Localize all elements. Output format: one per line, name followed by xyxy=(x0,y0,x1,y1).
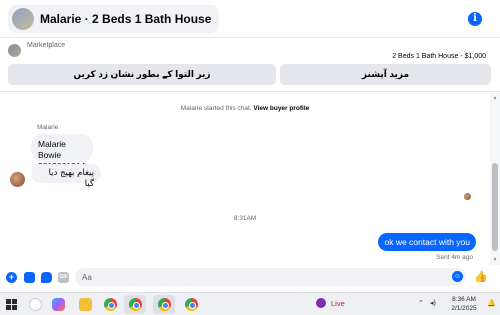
messenger-window: Malarie · 2 Beds 1 Bath House i Marketpl… xyxy=(0,0,500,315)
message-input[interactable] xyxy=(75,268,466,286)
message-line: Malarie Bowie xyxy=(38,139,66,160)
gif-icon[interactable]: GIF xyxy=(58,272,69,283)
scroll-up-arrow-icon[interactable]: ▲ xyxy=(492,95,498,101)
mark-pending-button[interactable]: زیر التوا کے بطور نشان زد کریں xyxy=(8,64,276,85)
more-options-button[interactable]: مزید آپشنز xyxy=(280,64,491,85)
info-icon[interactable]: i xyxy=(468,12,482,26)
sticker-icon[interactable] xyxy=(41,272,52,283)
listing-thumbnail xyxy=(12,7,34,30)
listing-title[interactable]: 2 Beds 1 Bath House - $1,000 xyxy=(392,53,486,60)
copilot-icon[interactable] xyxy=(52,298,65,311)
marketplace-label: Marketplace xyxy=(27,42,66,49)
view-buyer-profile-link[interactable]: View buyer profile xyxy=(253,105,309,112)
clock-date: 2/1/2025 xyxy=(451,305,477,312)
sent-status: Sent 4m ago xyxy=(436,254,473,261)
sender-avatar[interactable] xyxy=(10,172,25,187)
search-icon[interactable] xyxy=(29,298,42,311)
incoming-message: پیغام بھیج دیا گیا xyxy=(31,164,101,189)
chat-header: Malarie · 2 Beds 1 Bath House i xyxy=(0,0,500,38)
incoming-message: Malarie Bowie 2813801914 xyxy=(31,134,93,171)
emoji-icon[interactable]: ☺ xyxy=(452,271,463,282)
marketplace-avatar xyxy=(8,44,21,57)
clock-time: 8:36 AM xyxy=(452,296,476,303)
volume-icon[interactable]: ◂) xyxy=(430,299,436,307)
windows-start-icon[interactable] xyxy=(6,299,17,310)
chrome-icon[interactable] xyxy=(104,298,117,311)
system-note: Malarie started this chat. View buyer pr… xyxy=(0,105,490,112)
chat-title: Malarie · 2 Beds 1 Bath House xyxy=(40,11,212,26)
store-icon[interactable] xyxy=(79,298,92,311)
scroll-down-arrow-icon[interactable]: ▼ xyxy=(492,257,498,263)
chrome-icon[interactable] xyxy=(129,298,142,311)
image-icon[interactable] xyxy=(24,272,35,283)
chevron-up-icon[interactable]: ⌃ xyxy=(418,299,424,307)
windows-taskbar xyxy=(0,292,500,315)
notification-bell-icon[interactable]: 🔔 xyxy=(487,299,496,307)
chat-scrollbar[interactable]: ▲ ▼ xyxy=(490,93,500,265)
system-clock[interactable]: 8:36 AM 2/1/2025 xyxy=(444,295,484,313)
live-label[interactable]: Live xyxy=(331,299,345,308)
outgoing-message: ok we contact with you xyxy=(378,233,476,251)
marketplace-bar: Marketplace 2 Beds 1 Bath House - $1,000… xyxy=(0,38,500,92)
seen-avatar xyxy=(464,193,471,200)
chrome-icon[interactable] xyxy=(185,298,198,311)
scrollbar-thumb[interactable] xyxy=(492,163,498,251)
live-icon[interactable] xyxy=(316,298,326,308)
system-note-text: Malarie started this chat. xyxy=(180,105,252,112)
chat-title-pill[interactable]: Malarie · 2 Beds 1 Bath House xyxy=(8,4,220,33)
message-timestamp: 8:31AM xyxy=(233,215,257,222)
chrome-icon[interactable] xyxy=(158,298,171,311)
sender-name: Malarie xyxy=(37,124,59,131)
thumbs-up-icon[interactable]: 👍 xyxy=(474,271,488,283)
plus-icon[interactable]: + xyxy=(6,272,17,283)
message-list: Malarie started this chat. View buyer pr… xyxy=(0,93,490,265)
